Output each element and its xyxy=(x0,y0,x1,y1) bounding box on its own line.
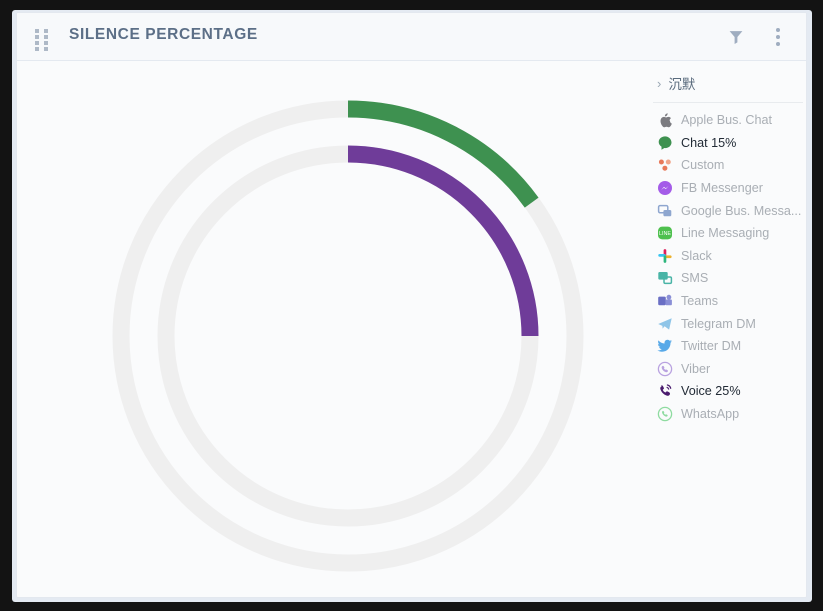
kebab-dot xyxy=(776,28,780,32)
google-chat-icon xyxy=(657,203,673,219)
legend-item-label: Line Messaging xyxy=(681,226,770,241)
teams-icon xyxy=(657,293,673,309)
chart-legend: › 沉默 Apple Bus. Chat Chat 15% Custom FB Mes… xyxy=(653,69,803,425)
drag-dot xyxy=(35,29,39,33)
legend-item-slack[interactable]: Slack xyxy=(653,245,803,268)
legend-item-label: Teams xyxy=(681,294,719,309)
chat-bubble-icon xyxy=(657,135,673,151)
legend-item-voice-25[interactable]: Voice 25% xyxy=(653,380,803,403)
legend-item-label: FB Messenger xyxy=(681,181,763,196)
sms-icon xyxy=(657,270,673,286)
widget-body: › 沉默 Apple Bus. Chat Chat 15% Custom FB Mes… xyxy=(17,61,806,597)
drag-dot xyxy=(35,47,39,51)
telegram-icon xyxy=(657,316,673,332)
voice-phone-icon xyxy=(657,383,673,399)
widget-header: SILENCE PERCENTAGE xyxy=(17,13,806,61)
legend-item-label: Google Bus. Messa... xyxy=(681,203,802,218)
svg-text:LINE: LINE xyxy=(659,231,671,237)
app-root: SILENCE PERCENTAGE › 沉默 Apple Bus. Chat … xyxy=(0,0,823,611)
radial-gauge-chart xyxy=(17,61,637,597)
drag-dot xyxy=(35,35,39,39)
filter-icon[interactable] xyxy=(724,25,748,49)
legend-group-header[interactable]: › 沉默 xyxy=(653,69,803,103)
legend-item-telegram-dm[interactable]: Telegram DM xyxy=(653,312,803,335)
legend-item-label: Viber xyxy=(681,361,711,376)
chevron-right-icon: › xyxy=(657,75,662,91)
legend-item-label: SMS xyxy=(681,271,709,286)
legend-item-label: Chat 15% xyxy=(681,135,737,150)
legend-item-custom[interactable]: Custom xyxy=(653,154,803,177)
legend-item-whatsapp[interactable]: WhatsApp xyxy=(653,403,803,426)
donut-svg xyxy=(112,100,584,572)
custom-dots-icon xyxy=(657,157,673,173)
legend-item-label: Apple Bus. Chat xyxy=(681,113,773,128)
gauge-rings xyxy=(112,100,584,572)
legend-item-label: Twitter DM xyxy=(681,339,742,354)
more-vertical-icon[interactable] xyxy=(766,25,790,49)
drag-dot xyxy=(44,35,48,39)
viber-icon xyxy=(657,361,673,377)
drag-handle[interactable] xyxy=(35,29,49,51)
slack-icon xyxy=(657,248,673,264)
legend-item-label: Voice 25% xyxy=(681,384,741,399)
drag-dot xyxy=(35,41,39,45)
silence-percentage-widget: SILENCE PERCENTAGE › 沉默 Apple Bus. Chat … xyxy=(16,12,807,598)
fb-messenger-icon xyxy=(657,180,673,196)
kebab-dot xyxy=(776,35,780,39)
legend-item-sms[interactable]: SMS xyxy=(653,267,803,290)
legend-item-line-messaging[interactable]: LINE Line Messaging xyxy=(653,222,803,245)
legend-item-apple-bus-chat[interactable]: Apple Bus. Chat xyxy=(653,109,803,132)
legend-item-label: Custom xyxy=(681,158,725,173)
whatsapp-icon xyxy=(657,406,673,422)
drag-dot xyxy=(44,47,48,51)
legend-item-label: WhatsApp xyxy=(681,407,740,422)
legend-group-label: 沉默 xyxy=(668,77,696,93)
legend-item-fb-messenger[interactable]: FB Messenger xyxy=(653,177,803,200)
twitter-icon xyxy=(657,338,673,354)
legend-item-twitter-dm[interactable]: Twitter DM xyxy=(653,335,803,358)
drag-dot xyxy=(44,41,48,45)
drag-dot xyxy=(44,29,48,33)
legend-item-label: Slack xyxy=(681,248,712,263)
legend-item-google-bus-messa[interactable]: Google Bus. Messa... xyxy=(653,199,803,222)
apple-icon xyxy=(657,112,673,128)
page-title: SILENCE PERCENTAGE xyxy=(69,26,258,43)
legend-items: Apple Bus. Chat Chat 15% Custom FB Messenge… xyxy=(653,103,803,425)
legend-item-chat-15[interactable]: Chat 15% xyxy=(653,132,803,155)
line-icon: LINE xyxy=(657,225,673,241)
header-actions xyxy=(724,25,790,49)
legend-item-viber[interactable]: Viber xyxy=(653,358,803,381)
legend-item-label: Telegram DM xyxy=(681,316,756,331)
legend-item-teams[interactable]: Teams xyxy=(653,290,803,313)
kebab-dot xyxy=(776,42,780,46)
